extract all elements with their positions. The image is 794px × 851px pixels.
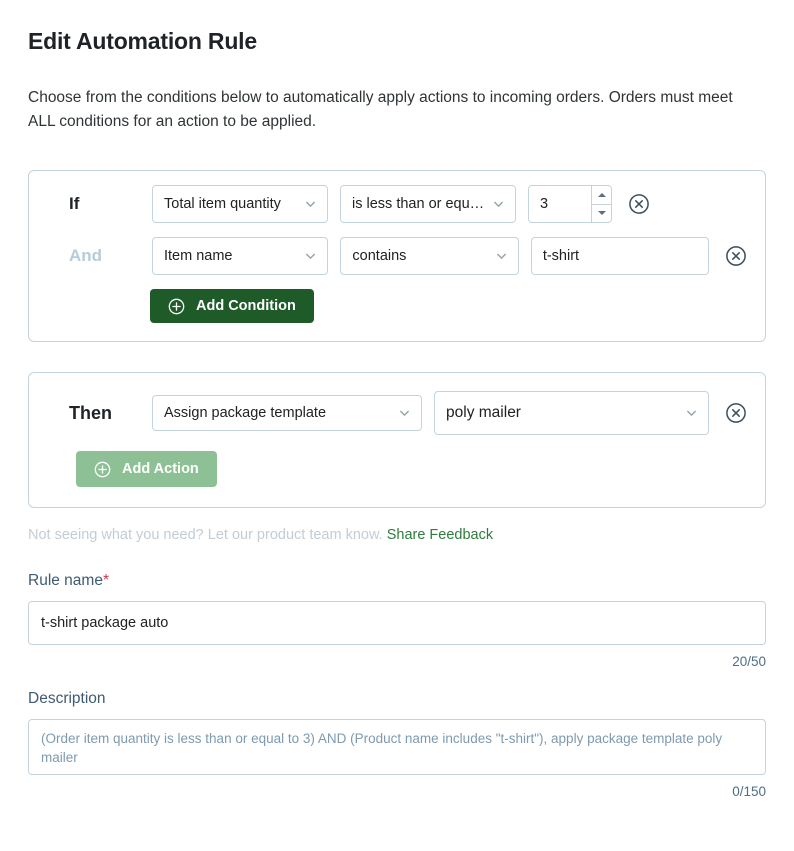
conjunction-label-then: Then bbox=[69, 402, 112, 423]
condition-operator-select-2-value: contains bbox=[352, 248, 407, 264]
condition-field-select-1-value: Total item quantity bbox=[164, 196, 281, 212]
edit-automation-rule-page: Edit Automation Rule Choose from the con… bbox=[0, 0, 794, 851]
condition-operator-select-1[interactable]: is less than or equ… bbox=[340, 185, 516, 223]
chevron-down-icon bbox=[399, 408, 410, 419]
number-stepper bbox=[591, 186, 611, 222]
circle-x-icon bbox=[629, 194, 649, 214]
add-condition-button[interactable]: Add Condition bbox=[150, 289, 314, 323]
chevron-down-icon bbox=[496, 251, 507, 262]
condition-operator-select-2[interactable]: contains bbox=[340, 237, 519, 275]
rule-name-label: Rule name* bbox=[28, 572, 766, 590]
rule-name-block: Rule name* t-shirt package auto 20/50 bbox=[28, 572, 766, 669]
chevron-down-icon bbox=[686, 408, 697, 419]
triangle-down-icon bbox=[597, 211, 606, 216]
chevron-down-icon bbox=[493, 199, 504, 210]
required-marker: * bbox=[102, 572, 110, 589]
rule-name-counter: 20/50 bbox=[732, 654, 766, 669]
feedback-text: Not seeing what you need? Let our produc… bbox=[28, 527, 383, 543]
add-condition-row: Add Condition bbox=[47, 289, 747, 323]
page-subtitle: Choose from the conditions below to auto… bbox=[28, 89, 733, 130]
conjunction-label-if: If bbox=[69, 194, 80, 213]
rule-name-input[interactable]: t-shirt package auto bbox=[28, 601, 766, 645]
add-condition-button-label: Add Condition bbox=[196, 298, 296, 314]
add-action-row: Add Action bbox=[47, 451, 747, 487]
condition-row-1: If Total item quantity is less than or e… bbox=[47, 185, 747, 223]
remove-condition-button-1[interactable] bbox=[628, 193, 650, 215]
conditions-card: If Total item quantity is less than or e… bbox=[28, 170, 766, 342]
stepper-decrement-button[interactable] bbox=[592, 205, 611, 223]
description-block: Description (Order item quantity is less… bbox=[28, 690, 766, 799]
condition-operator-select-1-value: is less than or equ… bbox=[352, 196, 485, 212]
action-type-select-value: Assign package template bbox=[164, 405, 327, 421]
remove-action-button[interactable] bbox=[725, 402, 747, 424]
description-label: Description bbox=[28, 690, 106, 707]
action-type-select[interactable]: Assign package template bbox=[152, 395, 423, 431]
description-input[interactable]: (Order item quantity is less than or equ… bbox=[28, 719, 766, 775]
page-title: Edit Automation Rule bbox=[28, 28, 257, 54]
share-feedback-link[interactable]: Share Feedback bbox=[387, 527, 493, 543]
condition-value-input-2[interactable]: t-shirt bbox=[530, 237, 709, 275]
remove-condition-button-2[interactable] bbox=[725, 245, 747, 267]
add-action-button-label: Add Action bbox=[122, 461, 199, 477]
action-row: Then Assign package template poly mailer bbox=[47, 391, 747, 435]
chevron-down-icon bbox=[305, 199, 316, 210]
circle-plus-icon bbox=[94, 461, 111, 478]
condition-field-select-2[interactable]: Item name bbox=[152, 237, 329, 275]
circle-x-icon bbox=[726, 403, 746, 423]
circle-x-icon bbox=[726, 246, 746, 266]
description-counter: 0/150 bbox=[732, 784, 766, 799]
condition-row-2: And Item name contains t-shirt bbox=[47, 237, 747, 275]
condition-field-select-1[interactable]: Total item quantity bbox=[152, 185, 328, 223]
action-value-select[interactable]: poly mailer bbox=[434, 391, 709, 435]
condition-field-select-2-value: Item name bbox=[164, 248, 233, 264]
feedback-line: Not seeing what you need? Let our produc… bbox=[28, 527, 766, 543]
add-action-button[interactable]: Add Action bbox=[76, 451, 217, 487]
circle-plus-icon bbox=[168, 298, 185, 315]
chevron-down-icon bbox=[305, 251, 316, 262]
action-value-select-value: poly mailer bbox=[446, 404, 521, 421]
triangle-up-icon bbox=[597, 192, 606, 197]
conjunction-label-and: And bbox=[69, 246, 103, 265]
stepper-increment-button[interactable] bbox=[592, 186, 611, 205]
actions-card: Then Assign package template poly mailer bbox=[28, 372, 766, 508]
condition-value-stepper-1: 3 bbox=[528, 185, 612, 223]
rule-name-label-text: Rule name bbox=[28, 572, 103, 589]
